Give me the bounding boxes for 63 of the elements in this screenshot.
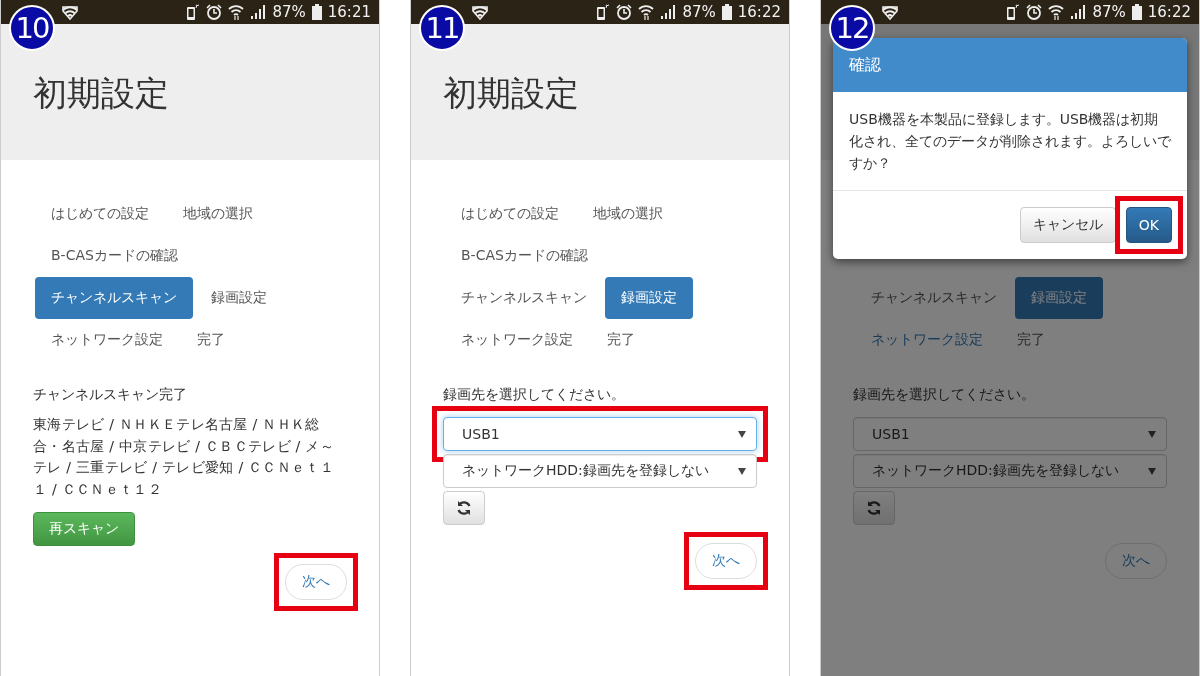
step-tab[interactable]: チャンネルスキャン <box>35 277 193 319</box>
step-tab[interactable]: 完了 <box>1001 319 1061 361</box>
signal-icon <box>660 4 677 20</box>
phone-icon <box>596 3 611 21</box>
clock-time: 16:21 <box>327 3 371 21</box>
caret-icon <box>1148 430 1156 438</box>
battery-percent: 87% <box>272 3 306 21</box>
battery-percent: 87% <box>1092 3 1126 21</box>
battery-icon <box>311 4 322 20</box>
step-tab[interactable]: 完了 <box>181 319 241 361</box>
dropdown[interactable]: USB1 <box>853 417 1167 451</box>
channel-list: 東海テレビ / ＮＨＫＥテレ名古屋 / ＮＨＫ総合・名古屋 / 中京テレビ / ＣＢＣテレビ / メ～テレ / 三重テレビ / テレビ愛知 / ＣＣＮｅｔ１１ / ＣＣＮｅｔ１２ <box>33 414 347 500</box>
step-tab[interactable]: 地域の選択 <box>167 193 269 235</box>
refresh-icon <box>456 500 472 516</box>
next-button[interactable]: 次へ <box>285 564 347 600</box>
alarm-icon <box>1026 4 1043 20</box>
refresh-icon <box>866 500 882 516</box>
dropdown[interactable]: USB1 <box>443 417 757 451</box>
dialog-title: 確認 <box>833 38 1187 92</box>
next-button[interactable]: 次へ <box>695 543 757 579</box>
phone-icon <box>186 3 201 21</box>
refresh-button[interactable] <box>443 491 485 525</box>
wifi-icon <box>1048 4 1065 20</box>
caret-icon <box>738 430 746 438</box>
dialog-message: USB機器を本製品に登録します。USB機器は初期化され、全てのデータが削除されます。よろしいですか？ <box>833 92 1187 191</box>
page-title: 初期設定 <box>33 72 169 115</box>
ok-button[interactable]: OK <box>1125 207 1172 243</box>
shield-icon <box>471 4 489 20</box>
wifi-icon <box>638 4 655 20</box>
cancel-button[interactable]: キャンセル <box>1019 207 1116 243</box>
shield-icon <box>61 4 79 20</box>
prompt-text: 録画先を選択してください。 <box>853 385 1036 404</box>
battery-icon <box>721 4 732 20</box>
status-message: チャンネルスキャン完了 <box>33 385 188 404</box>
step-tab[interactable]: チャンネルスキャン <box>445 277 603 319</box>
dropdown[interactable]: ネットワークHDD:録画先を登録しない <box>443 454 757 488</box>
signal-icon <box>1070 4 1087 20</box>
step-tab[interactable]: チャンネルスキャン <box>855 277 1013 319</box>
step-tab[interactable]: B-CASカードの確認 <box>35 235 194 277</box>
step-tab[interactable]: B-CASカードの確認 <box>445 235 604 277</box>
alarm-icon <box>206 4 223 20</box>
step-tab[interactable]: はじめての設定 <box>35 193 165 235</box>
step-tab[interactable]: 完了 <box>591 319 651 361</box>
phone-icon <box>1006 3 1021 21</box>
page-title: 初期設定 <box>443 72 579 115</box>
wifi-icon <box>228 4 245 20</box>
step-tab[interactable]: はじめての設定 <box>445 193 575 235</box>
step-tab[interactable]: 録画設定 <box>605 277 693 319</box>
step-tab[interactable]: 地域の選択 <box>577 193 679 235</box>
prompt-text: 録画先を選択してください。 <box>443 385 626 404</box>
shield-icon <box>881 4 899 20</box>
alarm-icon <box>616 4 633 20</box>
battery-icon <box>1131 4 1142 20</box>
clock-time: 16:22 <box>737 3 781 21</box>
caret-icon <box>738 467 746 475</box>
battery-percent: 87% <box>682 3 716 21</box>
step-tab[interactable]: ネットワーク設定 <box>445 319 589 361</box>
step-tab[interactable]: ネットワーク設定 <box>35 319 179 361</box>
clock-time: 16:22 <box>1147 3 1191 21</box>
dropdown[interactable]: ネットワークHDD:録画先を登録しない <box>853 454 1167 488</box>
caret-icon <box>1148 467 1156 475</box>
step-tab[interactable]: 録画設定 <box>195 277 283 319</box>
signal-icon <box>250 4 267 20</box>
